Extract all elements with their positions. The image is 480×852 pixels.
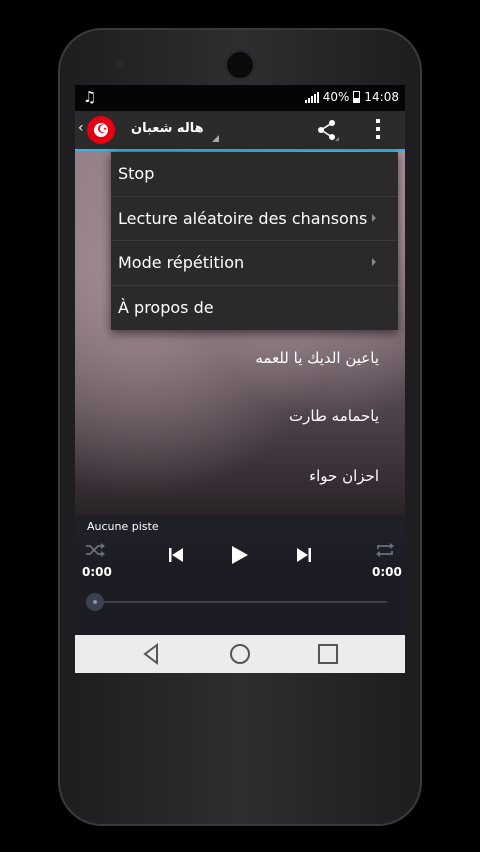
dropdown-indicator-icon (212, 135, 219, 142)
proximity-sensor (116, 60, 124, 68)
app-bar: ‹ ☪ هاله شعبان (75, 111, 405, 149)
menu-item-stop[interactable]: Stop (111, 152, 398, 197)
nav-back-icon[interactable] (137, 640, 167, 668)
tunisia-flag-icon[interactable]: ☪ (87, 116, 115, 144)
app-title[interactable]: هاله شعبان (131, 121, 204, 136)
nav-recents-icon[interactable] (313, 640, 343, 668)
menu-item-label: À propos de (118, 297, 214, 317)
next-icon[interactable] (297, 547, 311, 563)
play-icon[interactable] (231, 545, 249, 565)
menu-item-repeat[interactable]: Mode répétition (111, 241, 398, 286)
previous-icon[interactable] (169, 547, 183, 563)
clock: 14:08 (364, 90, 399, 104)
navigation-bar (75, 635, 405, 673)
elapsed-time: 0:00 (82, 565, 112, 579)
menu-item-label: Lecture aléatoire des chansons (118, 208, 368, 228)
share-icon[interactable] (315, 117, 339, 143)
track-name: Aucune piste (87, 520, 159, 533)
player-panel: Aucune piste 0:00 0:00 (75, 515, 405, 635)
list-item[interactable]: ياعين الديك يا للعمه (255, 349, 379, 367)
battery-icon (353, 91, 361, 103)
front-camera (227, 52, 253, 78)
screen: ♫ 40% 14:08 ‹ ☪ هاله شعبان ياعين الديك ي… (75, 85, 405, 673)
status-bar: ♫ 40% 14:08 (75, 85, 405, 111)
list-item[interactable]: ياحمامه طارت (289, 407, 379, 425)
seek-knob[interactable] (86, 593, 104, 611)
shuffle-icon[interactable] (85, 543, 105, 557)
nav-home-icon[interactable] (225, 640, 255, 668)
back-arrow-icon[interactable]: ‹ (78, 120, 84, 136)
seek-bar[interactable] (87, 601, 387, 603)
submenu-arrow-icon (372, 213, 376, 222)
duration-time: 0:00 (372, 565, 402, 579)
list-item[interactable]: احزان حواء (309, 467, 379, 485)
repeat-icon[interactable] (375, 543, 395, 557)
signal-icon (304, 91, 319, 103)
music-note-icon: ♫ (83, 88, 97, 106)
signal-percent: 40% (322, 90, 350, 104)
menu-item-label: Mode répétition (118, 253, 245, 272)
submenu-arrow-icon (372, 258, 376, 266)
menu-item-about[interactable]: À propos de (111, 286, 398, 331)
overflow-menu-icon[interactable] (375, 119, 381, 143)
menu-item-label: Stop (118, 164, 155, 183)
menu-item-shuffle[interactable]: Lecture aléatoire des chansons (111, 197, 398, 241)
overflow-menu: Stop Lecture aléatoire des chansons Mode… (111, 152, 398, 330)
